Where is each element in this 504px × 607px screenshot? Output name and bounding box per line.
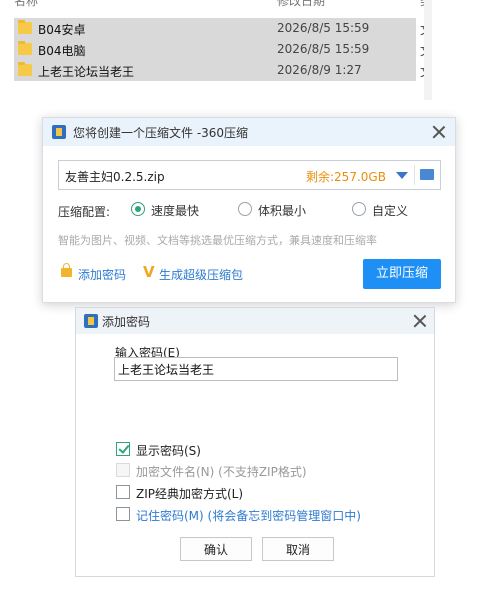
file-date: 2026/8/5 15:59: [277, 42, 370, 56]
ok-button[interactable]: 确认: [180, 537, 252, 561]
super-package-label: 生成超级压缩包: [159, 268, 244, 282]
cancel-button[interactable]: 取消: [262, 537, 334, 561]
file-name: 上老王论坛当老王: [38, 65, 135, 79]
option-label: 自定义: [372, 204, 409, 218]
checkbox-checked-icon: [116, 442, 130, 456]
dialog-titlebar: 您将创建一个压缩文件 -360压缩: [43, 118, 455, 146]
close-icon[interactable]: [413, 314, 427, 328]
dialog-title: 您将创建一个压缩文件 -360压缩: [73, 126, 249, 140]
folder-icon: [18, 20, 32, 34]
hint-text: 智能为图片、视频、文档等挑选最优压缩方式，兼具速度和压缩率: [58, 234, 377, 247]
radio-icon: [352, 202, 366, 216]
checkbox-label: 记住密码(M) (将会备忘到密码管理窗口中): [136, 509, 361, 523]
folder-icon: [18, 62, 32, 76]
option-label: 体积最小: [258, 204, 307, 218]
compress-now-button[interactable]: 立即压缩: [363, 259, 441, 289]
checkbox-icon: [116, 485, 130, 499]
radio-selected-icon: [131, 202, 145, 216]
column-modified[interactable]: 修改日期: [277, 0, 325, 9]
column-name[interactable]: 名称: [14, 0, 38, 9]
app-icon: [52, 125, 66, 139]
divider: [414, 165, 415, 185]
v-badge-icon: V: [143, 263, 155, 281]
config-label: 压缩配置:: [58, 205, 111, 219]
column-headers: 名称 修改日期 类: [14, 0, 432, 9]
password-value[interactable]: 上老王论坛当老王: [118, 361, 214, 378]
lock-icon: [61, 263, 72, 277]
checkbox-label: 加密文件名(N) (不支持ZIP格式): [136, 465, 307, 479]
list-item[interactable]: B04电脑 2026/8/5 15:59 文: [14, 39, 432, 60]
checkbox-icon: [116, 463, 130, 477]
file-date: 2026/8/9 1:27: [277, 63, 362, 77]
folder-icon: [18, 41, 32, 55]
file-name: B04安卓: [38, 23, 86, 37]
checkbox-label: ZIP经典加密方式(L): [136, 487, 244, 501]
checkbox-icon: [116, 507, 130, 521]
dialog-titlebar: 添加密码: [76, 308, 434, 334]
chevron-down-icon[interactable]: [396, 172, 408, 179]
scrollbar[interactable]: [424, 0, 432, 100]
archive-name-field[interactable]: 友善主妇0.2.5.zip 剩余:257.0GB: [58, 160, 441, 190]
folder-icon[interactable]: [420, 169, 434, 180]
list-item[interactable]: B04安卓 2026/8/5 15:59 文: [14, 18, 432, 39]
option-label: 速度最快: [151, 204, 200, 218]
archive-name-value[interactable]: 友善主妇0.2.5.zip: [65, 168, 165, 185]
file-explorer-list: 名称 修改日期 类 B04安卓 2026/8/5 15:59 文 B04电脑 2…: [0, 0, 504, 100]
file-name: B04电脑: [38, 44, 86, 58]
radio-icon: [238, 202, 252, 216]
dialog-title: 添加密码: [102, 315, 151, 329]
add-password-dialog: 添加密码 输入密码(E) 上老王论坛当老王 显示密码(S) 加密文件名(N) (…: [75, 307, 435, 577]
app-icon: [84, 314, 98, 328]
list-item[interactable]: 上老王论坛当老王 2026/8/9 1:27 文: [14, 60, 432, 81]
add-password-label: 添加密码: [78, 268, 127, 282]
compress-dialog: 您将创建一个压缩文件 -360压缩 友善主妇0.2.5.zip 剩余:257.0…: [42, 117, 456, 303]
free-space-label: 剩余:257.0GB: [306, 170, 386, 184]
file-date: 2026/8/5 15:59: [277, 21, 370, 35]
close-icon[interactable]: [432, 125, 446, 139]
password-input[interactable]: 上老王论坛当老王: [114, 357, 398, 381]
checkbox-label: 显示密码(S): [136, 444, 201, 458]
